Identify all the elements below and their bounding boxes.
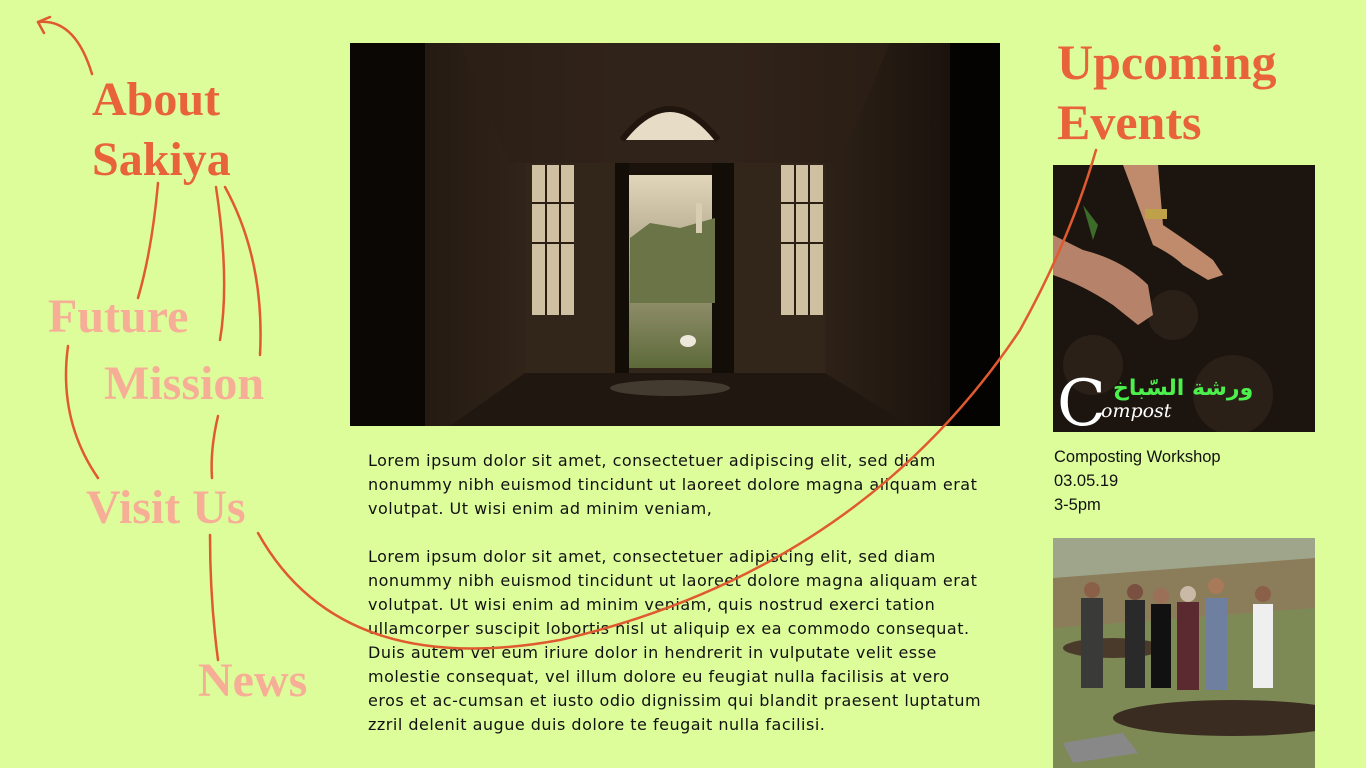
event-1-latin-title: ompost	[1101, 400, 1172, 422]
intro-paragraph-2: Lorem ipsum dolor sit amet, consectetuer…	[368, 547, 982, 734]
nav-mission[interactable]: Mission	[104, 360, 264, 408]
event-1-date: 03.05.19	[1054, 472, 1119, 490]
event-group-photo[interactable]	[1053, 538, 1315, 768]
intro-paragraph-1: Lorem ipsum dolor sit amet, consectetuer…	[368, 451, 978, 518]
event-1-arabic-title: ورشة السّباخ	[1113, 376, 1253, 401]
event-1-time: 3-5pm	[1054, 496, 1101, 514]
hero-image	[350, 43, 1000, 426]
nav-future[interactable]: Future	[48, 293, 188, 341]
nav-visit-us[interactable]: Visit Us	[86, 484, 246, 532]
event-composting-image[interactable]: C ورشة السّباخ ompost	[1053, 165, 1315, 432]
event-1-logo-initial: C	[1057, 367, 1106, 432]
event-1-details: Composting Workshop 03.05.19 3-5pm	[1054, 445, 1221, 517]
nav-about-sakiya[interactable]: About Sakiya	[92, 70, 262, 190]
upcoming-events-heading: Upcoming Events	[1057, 34, 1277, 150]
event-1-name[interactable]: Composting Workshop	[1054, 445, 1221, 469]
nav-news[interactable]: News	[198, 657, 307, 705]
